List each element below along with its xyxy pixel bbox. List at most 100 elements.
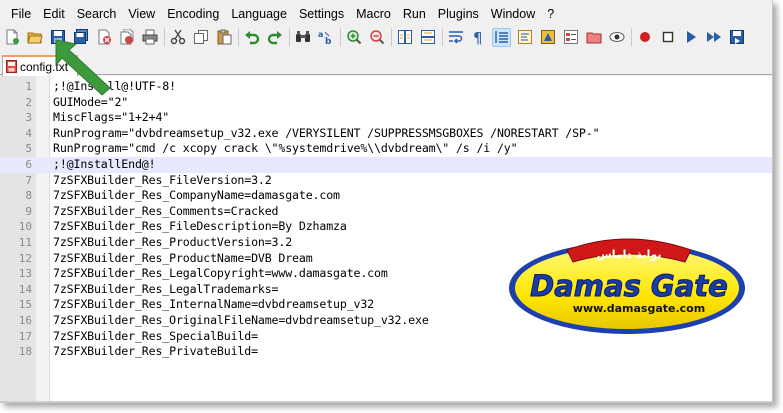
menu-bar: File Edit Search View Encoding Language Settin… <box>0 4 772 24</box>
menu-run[interactable]: Run <box>398 4 433 24</box>
undo-button[interactable] <box>242 28 261 47</box>
redo-button[interactable] <box>265 28 284 47</box>
svg-text:¶: ¶ <box>473 29 483 45</box>
menu-plugins[interactable]: Plugins <box>433 4 486 24</box>
show-all-chars-icon: ¶ <box>471 29 487 45</box>
word-wrap-icon <box>448 29 464 45</box>
toolbar-separator <box>442 28 443 46</box>
file-modified-icon <box>6 60 17 73</box>
zoom-in-button[interactable] <box>344 28 363 47</box>
doc-map-icon <box>540 29 556 45</box>
open-file-button[interactable] <box>25 28 44 47</box>
line-text: MiscFlags="1+2+4" <box>53 110 170 125</box>
line-text: 7zSFXBuilder_Res_LegalTrademarks= <box>53 281 279 296</box>
menu-settings[interactable]: Settings <box>294 4 351 24</box>
line-number: 14 <box>18 282 32 296</box>
zoom-out-button[interactable] <box>367 28 386 47</box>
toolbar-separator <box>631 28 632 46</box>
redo-icon <box>267 29 283 45</box>
find-button[interactable] <box>293 28 312 47</box>
line-number: 9 <box>25 204 32 218</box>
print-button[interactable] <box>140 28 159 47</box>
replace-icon: ab <box>318 29 334 45</box>
menu-help[interactable]: ? <box>542 4 561 24</box>
damas-gate-logo: بوابة داماس Damas Gate www.damasgate.com <box>505 228 750 338</box>
line-text: 7zSFXBuilder_Res_InternalName=dvbdreamse… <box>53 297 375 312</box>
green-arrow-pointer <box>48 36 118 98</box>
new-file-button[interactable] <box>2 28 21 47</box>
line-number: 16 <box>18 313 32 327</box>
editor-line[interactable]: 4 RunProgram="dvbdreamsetup_v32.exe /VERY… <box>0 126 772 142</box>
menu-search[interactable]: Search <box>72 4 124 24</box>
save-macro-icon <box>729 29 745 45</box>
menu-window[interactable]: Window <box>486 4 542 24</box>
record-macro-button[interactable] <box>635 28 654 47</box>
editor-line[interactable]: 9 7zSFXBuilder_Res_Comments=Cracked <box>0 204 772 220</box>
horizontal-scrollbar[interactable] <box>0 401 772 402</box>
menu-encoding[interactable]: Encoding <box>162 4 226 24</box>
user-language-button[interactable] <box>515 28 534 47</box>
line-number: 11 <box>18 235 32 249</box>
cut-button[interactable] <box>168 28 187 47</box>
editor-line[interactable]: 7 7zSFXBuilder_Res_FileVersion=3.2 <box>0 173 772 189</box>
line-text: 7zSFXBuilder_Res_FileDescription=By Dzha… <box>53 219 347 234</box>
line-number: 10 <box>18 220 32 234</box>
svg-text:a: a <box>318 30 323 39</box>
show-all-chars-button[interactable]: ¶ <box>469 28 488 47</box>
monitoring-button[interactable] <box>607 28 626 47</box>
line-text: 7zSFXBuilder_Res_PrivateBuild= <box>53 344 258 359</box>
indent-guide-icon <box>494 29 510 45</box>
undo-icon <box>244 29 260 45</box>
menu-language[interactable]: Language <box>226 4 294 24</box>
function-list-button[interactable] <box>561 28 580 47</box>
play-macro-multiple-icon <box>706 29 722 45</box>
monitoring-icon <box>609 29 625 45</box>
sync-vertical-icon <box>397 29 413 45</box>
editor-line[interactable]: 3 MiscFlags="1+2+4" <box>0 110 772 126</box>
indent-guide-button[interactable] <box>492 27 511 47</box>
line-number: 18 <box>18 345 32 359</box>
line-number: 12 <box>18 251 32 265</box>
paste-button[interactable] <box>214 28 233 47</box>
editor-line[interactable]: 18 7zSFXBuilder_Res_PrivateBuild= <box>0 344 772 360</box>
record-macro-icon <box>637 29 653 45</box>
line-text: 7zSFXBuilder_Res_LegalCopyright=www.dama… <box>53 266 388 281</box>
menu-edit[interactable]: Edit <box>38 4 72 24</box>
close-all-button[interactable] <box>117 28 136 47</box>
toolbar-separator <box>340 28 341 46</box>
menu-view[interactable]: View <box>123 4 162 24</box>
menu-file[interactable]: File <box>6 4 38 24</box>
line-number: 6 <box>25 157 32 171</box>
doc-map-button[interactable] <box>538 28 557 47</box>
user-language-icon <box>517 29 533 45</box>
play-macro-multiple-button[interactable] <box>704 28 723 47</box>
word-wrap-button[interactable] <box>446 28 465 47</box>
line-number: 17 <box>18 329 32 343</box>
menu-macro[interactable]: Macro <box>351 4 398 24</box>
folder-workspace-button[interactable] <box>584 28 603 47</box>
stop-macro-button[interactable] <box>658 28 677 47</box>
open-file-icon <box>26 29 43 45</box>
editor-line[interactable]: 6 ;!@InstallEnd@! <box>0 156 772 173</box>
save-macro-button[interactable] <box>727 28 746 47</box>
new-file-icon <box>4 29 20 45</box>
copy-button[interactable] <box>191 28 210 47</box>
close-all-icon <box>119 29 135 45</box>
find-icon <box>295 29 311 45</box>
line-number: 5 <box>25 142 32 156</box>
sync-horizontal-button[interactable] <box>418 28 437 47</box>
line-number: 13 <box>18 267 32 281</box>
zoom-in-icon <box>346 29 362 45</box>
zoom-out-icon <box>369 29 385 45</box>
line-text: 7zSFXBuilder_Res_CompanyName=damasgate.c… <box>53 188 340 203</box>
line-number: 8 <box>25 189 32 203</box>
editor-line[interactable]: 8 7zSFXBuilder_Res_CompanyName=damasgate.… <box>0 188 772 204</box>
copy-icon <box>193 29 209 45</box>
play-macro-button[interactable] <box>681 28 700 47</box>
print-icon <box>142 29 158 45</box>
function-list-icon <box>563 29 579 45</box>
stop-macro-icon <box>660 29 676 45</box>
editor-line[interactable]: 5 RunProgram="cmd /c xcopy crack \"%syste… <box>0 141 772 157</box>
sync-vertical-button[interactable] <box>395 28 414 47</box>
replace-button[interactable]: ab <box>316 28 335 47</box>
